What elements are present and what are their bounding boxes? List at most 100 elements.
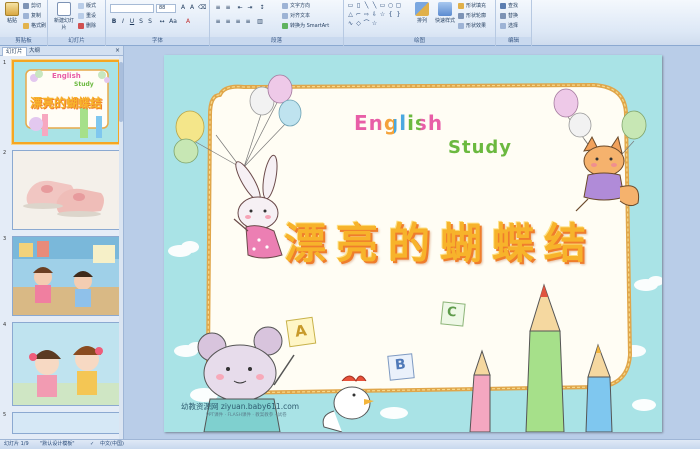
slide-thumbnail-2[interactable] xyxy=(12,150,120,230)
text-direction-button[interactable]: 文字方向 xyxy=(282,2,310,9)
letter-b: B xyxy=(394,356,407,374)
align-text-button[interactable]: 对齐文本 xyxy=(282,12,310,19)
thumbnail-row[interactable]: 3 xyxy=(0,236,124,318)
layout-button[interactable]: 版式 xyxy=(78,2,96,9)
connector-shape-icon[interactable]: ⌐ xyxy=(355,11,362,18)
english-word: English xyxy=(354,111,444,135)
editing-group: 查找 替换 选择 编辑 xyxy=(496,0,532,46)
align-left-button[interactable]: ≡ xyxy=(214,18,222,26)
increase-indent-button[interactable]: ⇥ xyxy=(246,4,254,12)
rect-shape-icon[interactable]: ▭ xyxy=(379,2,386,9)
callout-shape-icon[interactable]: ◇ xyxy=(355,20,362,27)
paste-button[interactable]: 粘贴 xyxy=(3,2,21,24)
select-button[interactable]: 选择 xyxy=(500,22,518,29)
line-shape-icon[interactable]: ╲ xyxy=(363,2,370,9)
brace-shape-icon[interactable]: { xyxy=(387,11,394,18)
textbox-v-shape-icon[interactable]: ▯ xyxy=(355,2,362,9)
reset-button[interactable]: 重设 xyxy=(78,12,96,19)
align-right-button[interactable]: ≡ xyxy=(234,18,242,26)
replace-button[interactable]: 替换 xyxy=(500,12,518,19)
thumbnail-number: 5 xyxy=(3,412,7,418)
slide-canvas[interactable]: English Study 漂亮的蝴蝶结 A B C 幼教资源网 ziyuan.… xyxy=(164,55,662,432)
curve-shape-icon[interactable]: ∿ xyxy=(347,20,354,27)
editing-group-label: 编辑 xyxy=(496,37,531,45)
thumbnail-row[interactable]: 4 xyxy=(0,322,124,408)
arrow-down-shape-icon[interactable]: ⇩ xyxy=(371,11,378,18)
font-color-button[interactable]: A xyxy=(184,18,192,26)
slide-title[interactable]: 漂亮的蝴蝶结 xyxy=(284,210,596,271)
cut-button[interactable]: 剪切 xyxy=(23,2,41,9)
arrange-button[interactable]: 排列 xyxy=(412,2,432,24)
shrink-font-button[interactable]: A xyxy=(188,4,196,12)
thumbnail-row[interactable]: 2 xyxy=(0,150,124,232)
thumbnail-row[interactable]: 1 English Study 漂亮的蝴蝶结 xyxy=(0,60,124,146)
font-group-label: 字体 xyxy=(106,37,209,45)
bold-button[interactable]: B xyxy=(110,18,118,26)
textbox-shape-icon[interactable]: ▭ xyxy=(347,2,354,9)
tab-outline[interactable]: 大纲 xyxy=(26,47,43,56)
strikethrough-button[interactable]: S xyxy=(137,18,145,26)
arrow-shape-icon[interactable]: ⇨ xyxy=(363,11,370,18)
line2-shape-icon[interactable]: ╲ xyxy=(371,2,378,9)
tab-slides[interactable]: 幻灯片 xyxy=(2,47,27,56)
quick-styles-button[interactable]: 快速样式 xyxy=(434,2,456,24)
shape-effects-button[interactable]: 形状效果 xyxy=(458,22,486,29)
change-case-button[interactable]: Aa xyxy=(169,18,177,26)
format-painter-button[interactable]: 格式刷 xyxy=(23,22,46,29)
star-shape-icon[interactable]: ☆ xyxy=(379,11,386,18)
find-button[interactable]: 查找 xyxy=(500,2,518,9)
clear-format-icon[interactable]: ⌫ xyxy=(198,4,206,12)
wave-shape-icon[interactable]: ☆ xyxy=(371,20,378,27)
delete-slide-button[interactable]: 删除 xyxy=(78,22,96,29)
slide-thumbnail-5[interactable] xyxy=(12,412,120,434)
copy-button[interactable]: 复制 xyxy=(23,12,41,19)
font-family-select[interactable] xyxy=(110,4,154,13)
thumbnail-1-study: Study xyxy=(74,81,94,88)
char-spacing-button[interactable]: ↔ xyxy=(158,18,166,26)
letter-a: A xyxy=(293,321,308,341)
slide-thumbnail-1[interactable]: English Study 漂亮的蝴蝶结 xyxy=(12,60,120,144)
language-indicator[interactable]: 中文(中国) xyxy=(100,440,124,449)
oval-shape-icon[interactable]: ○ xyxy=(387,2,394,9)
bullets-button[interactable]: ≡ xyxy=(214,4,222,12)
copy-icon xyxy=(23,12,29,19)
new-slide-button[interactable]: 新建幻灯片 xyxy=(52,2,76,31)
numbering-button[interactable]: ≡ xyxy=(224,4,232,12)
binoculars-icon xyxy=(500,2,506,9)
theme-name[interactable]: "默认设计模板" xyxy=(40,440,75,449)
decrease-indent-button[interactable]: ⇤ xyxy=(236,4,244,12)
underline-button[interactable]: U xyxy=(128,18,136,26)
slide-study-text[interactable]: Study xyxy=(448,137,512,158)
layout-icon xyxy=(78,2,84,9)
close-icon[interactable]: × xyxy=(115,47,120,54)
line-spacing-button[interactable]: ↕ xyxy=(258,4,266,12)
thumbnail-row[interactable]: 5 xyxy=(0,412,124,434)
effects-icon xyxy=(458,22,464,29)
brace2-shape-icon[interactable]: } xyxy=(395,11,402,18)
align-center-button[interactable]: ≡ xyxy=(224,18,232,26)
shadow-button[interactable]: S xyxy=(146,18,154,26)
roundrect-shape-icon[interactable]: ▢ xyxy=(395,2,402,9)
triangle-shape-icon[interactable]: △ xyxy=(347,11,354,18)
align-text-icon xyxy=(282,12,288,19)
smartart-button[interactable]: 转换为 SmartArt xyxy=(282,22,329,29)
spell-check-icon[interactable]: ✓ xyxy=(90,440,94,449)
slide-thumbnail-3[interactable] xyxy=(12,236,120,316)
shape-outline-button[interactable]: 形状轮廓 xyxy=(458,12,486,19)
grow-font-button[interactable]: A xyxy=(179,4,187,12)
pane-scrollbar[interactable] xyxy=(119,56,123,439)
italic-button[interactable]: I xyxy=(119,18,127,26)
columns-button[interactable]: ▥ xyxy=(256,18,264,26)
cursor-icon xyxy=(500,22,506,29)
pane-scrollbar-thumb[interactable] xyxy=(119,62,123,122)
shapes-gallery[interactable]: ▭ ▯ ╲ ╲ ▭ ○ ▢ △ ⌐ ⇨ ⇩ ☆ { } ∿ ◇ ⌒ ☆ xyxy=(347,2,409,32)
slides-pane: 幻灯片 大纲 × 1 English Study 漂亮的蝴蝶结 2 3 4 5 xyxy=(0,46,124,439)
justify-button[interactable]: ≡ xyxy=(244,18,252,26)
slide-english-text[interactable]: English xyxy=(354,111,443,135)
freeform-shape-icon[interactable]: ⌒ xyxy=(363,20,370,27)
paragraph-group-label: 段落 xyxy=(210,37,343,45)
shape-fill-button[interactable]: 形状填充 xyxy=(458,2,486,9)
slide-thumbnail-4[interactable] xyxy=(12,322,120,406)
font-size-select[interactable]: 88 xyxy=(156,4,176,13)
letter-c: C xyxy=(446,304,458,321)
